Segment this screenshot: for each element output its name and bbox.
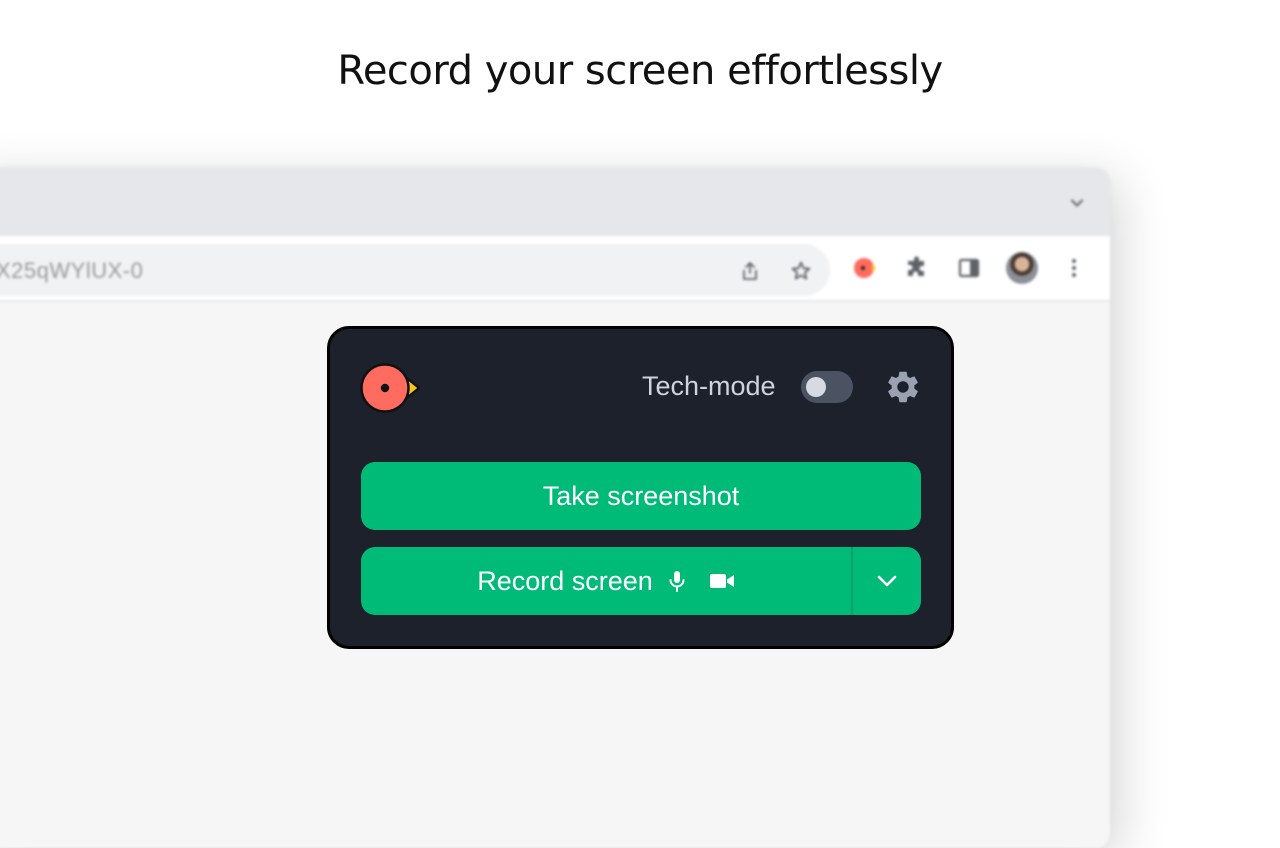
browser-toolbar: X25qWYlUX-0 — [0, 236, 1110, 302]
tab-strip — [0, 168, 1110, 236]
take-screenshot-label: Take screenshot — [542, 480, 740, 511]
video-camera-icon — [709, 574, 734, 588]
address-text: X25qWYlUX-0 — [0, 258, 144, 283]
tech-mode-toggle[interactable] — [801, 371, 853, 403]
take-screenshot-button[interactable]: Take screenshot — [361, 462, 921, 530]
extensions-puzzle-icon[interactable] — [905, 256, 929, 280]
profile-avatar[interactable] — [1006, 252, 1038, 284]
kebab-menu-icon[interactable] — [1062, 256, 1086, 280]
address-bar[interactable]: X25qWYlUX-0 — [0, 244, 830, 296]
extension-logo-icon[interactable] — [853, 256, 877, 280]
page-headline: Record your screen effortlessly — [337, 48, 943, 94]
tech-mode-label: Tech-mode — [642, 371, 776, 401]
record-screen-label: Record screen — [477, 565, 653, 596]
record-screen-button[interactable]: Record screen — [361, 547, 851, 615]
toggle-knob — [806, 377, 826, 397]
chevron-down-icon — [877, 575, 897, 587]
side-panel-icon[interactable] — [957, 256, 981, 280]
record-options-dropdown-button[interactable] — [853, 547, 921, 615]
chevron-down-icon[interactable] — [1070, 196, 1084, 210]
bird-logo-icon — [360, 363, 421, 413]
extension-popup: Tech-mode Take screenshot Record screen — [327, 326, 954, 649]
gear-icon[interactable] — [884, 368, 922, 406]
microphone-icon — [669, 571, 685, 592]
share-icon[interactable] — [739, 260, 761, 282]
bookmark-star-icon[interactable] — [790, 260, 812, 282]
